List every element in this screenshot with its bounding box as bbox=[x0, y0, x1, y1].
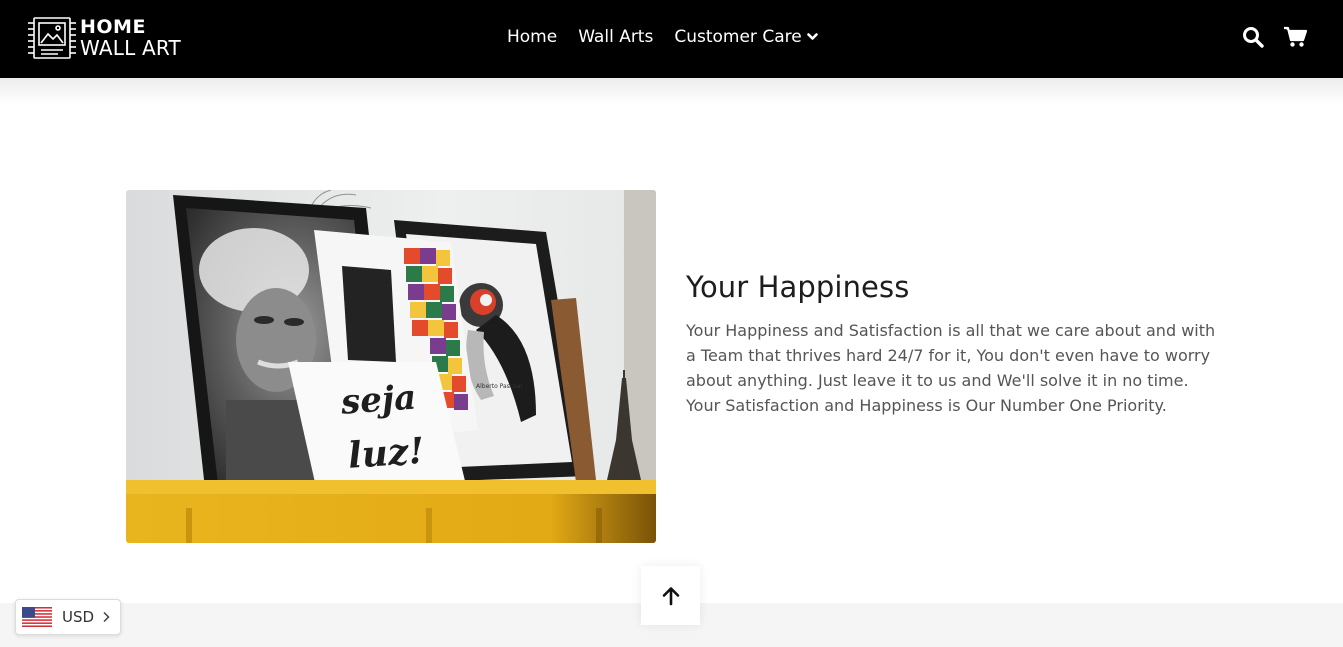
chevron-right-icon bbox=[103, 611, 110, 623]
cart-icon[interactable] bbox=[1283, 26, 1307, 48]
nav-customer-care-label: Customer Care bbox=[674, 27, 802, 47]
wall-art-photo: Alberto Pascoal seja luz! bbox=[126, 190, 656, 543]
nav-customer-care-dropdown[interactable]: Customer Care bbox=[674, 27, 818, 47]
header-shadow bbox=[0, 78, 1343, 104]
site-header: HOME WALL ART Home Wall Arts Customer Ca… bbox=[0, 0, 1343, 78]
poster-word-2: luz! bbox=[347, 430, 426, 477]
back-to-top-button[interactable] bbox=[641, 566, 700, 625]
logo-line-2: WALL ART bbox=[80, 36, 181, 60]
arrow-up-icon bbox=[662, 586, 679, 605]
search-icon[interactable] bbox=[1242, 26, 1264, 48]
site-logo[interactable]: HOME WALL ART bbox=[28, 16, 181, 60]
section-title: Your Happiness bbox=[686, 270, 910, 304]
currency-selector[interactable]: USD bbox=[15, 599, 121, 635]
happiness-section: Your Happiness Your Happiness and Satisf… bbox=[686, 270, 1226, 418]
picture-frame-logo-icon bbox=[28, 17, 76, 59]
us-flag-icon bbox=[22, 607, 52, 627]
nav-home[interactable]: Home bbox=[507, 27, 557, 47]
main-nav: Home Wall Arts Customer Care bbox=[507, 27, 818, 47]
nav-wall-arts[interactable]: Wall Arts bbox=[578, 27, 653, 47]
logo-line-1: HOME bbox=[80, 16, 146, 38]
section-body: Your Happiness and Satisfaction is all t… bbox=[686, 321, 1216, 415]
poster-word-1: seja bbox=[339, 378, 418, 423]
chevron-down-icon bbox=[806, 33, 818, 40]
currency-code: USD bbox=[62, 608, 95, 626]
frame-caption: Alberto Pascoal bbox=[476, 383, 522, 390]
logo-wordmark: HOME WALL ART bbox=[80, 16, 181, 60]
